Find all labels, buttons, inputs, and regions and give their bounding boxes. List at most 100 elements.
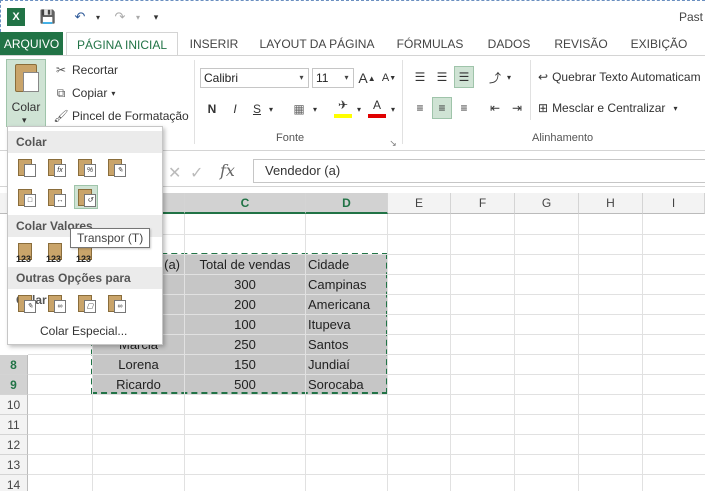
column-header-d[interactable]: D xyxy=(306,193,388,214)
chevron-down-icon[interactable]: ▾ xyxy=(310,98,320,120)
group-divider xyxy=(402,60,403,144)
paste-linked-picture-icon[interactable]: ∞ xyxy=(104,291,128,315)
group-divider xyxy=(530,60,531,120)
column-header-e[interactable]: E xyxy=(388,193,451,214)
chevron-down-icon[interactable]: ▾ xyxy=(266,98,276,120)
paste-sheet-icon xyxy=(23,72,39,92)
italic-button[interactable]: I xyxy=(228,98,242,120)
redo-icon[interactable]: ↷ xyxy=(111,8,129,26)
align-top-icon[interactable]: ☰ xyxy=(410,66,430,88)
scissors-icon: ✂ xyxy=(55,63,67,77)
row-header-13[interactable]: 13 xyxy=(0,455,28,475)
font-color-button[interactable]: A xyxy=(368,96,386,118)
no-borders-icon[interactable]: □ xyxy=(14,185,38,209)
tab-home[interactable]: PÁGINA INICIAL xyxy=(66,32,178,56)
undo-dropdown-icon[interactable]: ▾ xyxy=(89,8,107,26)
chevron-down-icon[interactable]: ▾ xyxy=(504,66,514,88)
group-divider xyxy=(194,60,195,144)
paste-values-number-format-icon[interactable]: 123 xyxy=(44,239,68,264)
decrease-indent-icon[interactable]: ⇤ xyxy=(486,97,504,119)
align-left-icon[interactable]: ≡ xyxy=(410,97,430,119)
save-icon[interactable]: 💾 xyxy=(39,8,57,26)
grow-font-label: A xyxy=(358,70,368,86)
row-header-12[interactable]: 12 xyxy=(0,435,28,455)
copy-icon: ⧉ xyxy=(56,85,66,100)
cancel-icon[interactable]: ✕ xyxy=(168,163,181,183)
tab-view[interactable]: EXIBIÇÃO xyxy=(626,32,692,56)
chevron-down-icon: ▾ xyxy=(111,88,116,98)
column-header-c[interactable]: C xyxy=(185,193,306,214)
increase-indent-icon[interactable]: ⇥ xyxy=(508,97,526,119)
row-header-10[interactable]: 10 xyxy=(0,395,28,415)
column-header-f[interactable]: F xyxy=(451,193,515,214)
font-size-value: 11 xyxy=(316,71,329,85)
row-header-9[interactable]: 9 xyxy=(0,375,28,395)
cut-button[interactable]: ✂ Recortar xyxy=(54,60,118,80)
insert-function-icon[interactable]: fx xyxy=(220,161,235,180)
dialog-launcher-icon[interactable]: ↘ xyxy=(388,132,398,154)
paste-formulas-icon[interactable]: fx xyxy=(44,155,68,179)
shrink-font-button[interactable]: A ▼ xyxy=(380,67,398,89)
align-bottom-icon[interactable]: ☰ xyxy=(454,66,474,88)
tab-file[interactable]: ARQUIVO xyxy=(0,32,63,56)
row-header-8[interactable]: 8 xyxy=(0,355,28,375)
customize-qat-icon[interactable]: ▾ xyxy=(147,8,165,26)
merge-center-label: Mesclar e Centralizar xyxy=(552,101,666,115)
row-header-14[interactable]: 14 xyxy=(0,475,28,491)
merge-center-button[interactable]: ⊞ Mesclar e Centralizar ▾ xyxy=(538,97,698,119)
format-painter-button[interactable]: 🖌 Pincel de Formatação xyxy=(53,106,188,126)
enter-icon[interactable]: ✓ xyxy=(190,163,203,183)
menu-section-paste: Colar xyxy=(8,131,162,153)
copy-button[interactable]: ⧉ Copiar ▾ xyxy=(54,83,116,103)
redo-dropdown-icon[interactable]: ▾ xyxy=(129,8,147,26)
borders-icon[interactable]: ▦ xyxy=(290,98,308,120)
column-header-g[interactable]: G xyxy=(515,193,579,214)
tab-formulas[interactable]: FÓRMULAS xyxy=(392,32,468,56)
cut-label: Recortar xyxy=(72,63,119,77)
keep-column-widths-icon[interactable]: ↔ xyxy=(44,185,68,209)
underline-button[interactable]: S xyxy=(250,98,264,120)
formula-input[interactable]: Vendedor (a) xyxy=(253,159,705,183)
column-header-h[interactable]: H xyxy=(579,193,643,214)
bold-button[interactable]: N xyxy=(204,98,220,120)
column-header-i[interactable]: I xyxy=(643,193,705,214)
paste-link-icon[interactable]: ∞ xyxy=(44,291,68,315)
tab-insert[interactable]: INSERIR xyxy=(186,32,242,56)
paste-special-item[interactable]: Colar Especial... xyxy=(40,324,127,338)
orientation-icon[interactable]: ⤴ xyxy=(486,66,504,88)
fill-color-icon[interactable]: ✈ xyxy=(334,96,352,118)
wrap-text-button[interactable]: ↩ Quebrar Texto Automaticam xyxy=(538,66,705,88)
paste-icon[interactable] xyxy=(14,155,38,179)
paste-formatting-icon[interactable]: ✎ xyxy=(14,291,38,315)
grow-font-button[interactable]: A ▲ xyxy=(358,67,376,89)
paste-picture-icon[interactable]: ▢ xyxy=(74,291,98,315)
chevron-down-icon[interactable]: ▾ xyxy=(354,98,364,120)
transpose-icon[interactable]: ↺ xyxy=(74,185,98,209)
window-title: Past xyxy=(678,10,703,24)
undo-icon[interactable]: ↶ xyxy=(71,8,89,26)
align-center-icon[interactable]: ≡ xyxy=(432,97,452,119)
paste-label: Colar xyxy=(11,100,41,114)
paste-formulas-number-format-icon[interactable]: % xyxy=(74,155,98,179)
alignment-group-label: Alinhamento xyxy=(532,132,594,144)
wrap-text-label: Quebrar Texto Automaticam xyxy=(552,70,701,84)
title-bar: X 💾 ↶ ▾ ↷ ▾ ▾ Past xyxy=(0,0,705,32)
copy-label: Copiar xyxy=(72,86,108,100)
paste-values-icon[interactable]: 123 xyxy=(14,239,38,264)
column-header-b[interactable] xyxy=(163,193,185,214)
merge-icon: ⊞ xyxy=(538,101,549,115)
keep-source-formatting-icon[interactable]: ✎ xyxy=(104,155,128,179)
tab-data[interactable]: DADOS xyxy=(482,32,536,56)
font-name-select[interactable]: Calibri ▾ xyxy=(200,68,309,88)
row-header-11[interactable]: 11 xyxy=(0,415,28,435)
align-middle-icon[interactable]: ☰ xyxy=(432,66,452,88)
tab-review[interactable]: REVISÃO xyxy=(550,32,612,56)
tab-page-layout[interactable]: LAYOUT DA PÁGINA xyxy=(254,32,380,56)
font-size-select[interactable]: 11 ▾ xyxy=(312,68,354,88)
align-right-icon[interactable]: ≡ xyxy=(454,97,474,119)
chevron-down-icon[interactable]: ▾ xyxy=(388,98,398,120)
font-group-label: Fonte xyxy=(276,132,305,144)
wrap-text-icon: ↩ xyxy=(538,70,549,84)
paste-button[interactable]: Colar ▾ xyxy=(6,59,46,127)
formula-bar-buttons: ✕ ✓ fx xyxy=(168,161,248,183)
